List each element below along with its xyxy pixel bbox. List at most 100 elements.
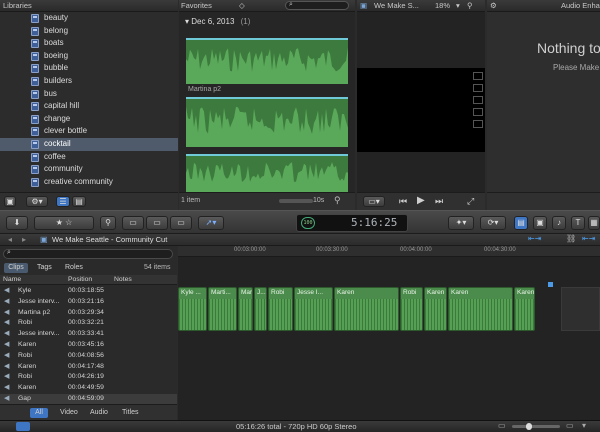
action-gear-icon[interactable]: ⚙▾ [26, 196, 48, 207]
tab-clips[interactable]: Clips [4, 263, 28, 273]
overwrite-clip-icon[interactable]: ▭ [170, 216, 192, 230]
inspector-toggle-icon[interactable]: ▤ [514, 216, 528, 230]
select-tool-icon[interactable]: ➚▾ [198, 216, 224, 230]
timeline-clip[interactable]: Robi [268, 287, 293, 331]
timeline-clip[interactable]: J... [254, 287, 267, 331]
playhead-marker[interactable] [548, 282, 553, 287]
filter-titles[interactable]: Titles [122, 408, 138, 418]
library-event-item[interactable]: boeing [0, 50, 178, 63]
library-event-item[interactable]: community [0, 163, 178, 176]
list-view-icon[interactable]: ☰ [56, 196, 70, 207]
timeline-clip[interactable]: Robi [400, 287, 423, 331]
generators-icon[interactable]: ▦ [588, 216, 600, 230]
event-icon [31, 26, 39, 36]
viewer-options-icon[interactable]: ⚲ [467, 1, 473, 10]
library-toggle-button[interactable]: ▣ [4, 196, 16, 207]
index-row[interactable]: ◀ Jesse interv... 00:03:21:16 [0, 297, 177, 308]
library-event-item[interactable]: coffee [0, 151, 178, 164]
viewer-zoom[interactable]: 18% [435, 1, 450, 10]
index-row[interactable]: ◀ Robi 00:03:32:21 [0, 318, 177, 329]
timeline-clip[interactable]: Karen [424, 287, 447, 331]
previous-frame-icon[interactable]: ⏮ [399, 196, 407, 207]
dashboard-timecode[interactable]: 100 5:16:25 [296, 214, 408, 232]
library-event-item[interactable]: builders [0, 75, 178, 88]
music-browser-icon[interactable]: ♪ [552, 216, 566, 230]
browser-settings-icon[interactable]: ⚲ [334, 195, 341, 206]
clip-duration-slider[interactable] [279, 199, 313, 203]
library-event-item[interactable]: bus [0, 88, 178, 101]
next-frame-icon[interactable]: ⏭ [435, 196, 443, 207]
photo-browser-icon[interactable]: ▣ [533, 216, 547, 230]
filter-video[interactable]: Video [60, 408, 78, 418]
library-event-item[interactable]: boats [0, 37, 178, 50]
timeline-clip[interactable]: Kyle ... [178, 287, 207, 331]
filter-all[interactable]: All [30, 408, 48, 418]
index-row[interactable]: ◀ Karen 00:04:49:59 [0, 383, 177, 394]
filter-audio[interactable]: Audio [90, 408, 108, 418]
timeline-clip[interactable]: Marti... [208, 287, 237, 331]
index-row[interactable]: ◀ Jesse interv... 00:03:33:41 [0, 329, 177, 340]
index-row[interactable]: ◀ Martina p2 00:03:29:34 [0, 308, 177, 319]
timeline-zoom-slider[interactable] [512, 423, 560, 430]
library-event-item[interactable]: belong [0, 25, 178, 38]
timeline-clip[interactable]: Karen [448, 287, 513, 331]
titles-browser-icon[interactable]: T [571, 216, 585, 230]
index-row[interactable]: ◀ Karen 00:04:17:48 [0, 362, 177, 373]
library-event-item[interactable]: clever bottle [0, 125, 178, 138]
index-row[interactable]: ◀ Robi 00:04:08:56 [0, 351, 177, 362]
disclosure-triangle-icon[interactable]: ▾ [185, 17, 189, 26]
retime-icon[interactable]: ⟳▾ [480, 216, 506, 230]
clip-thumbnail[interactable] [186, 154, 348, 192]
timeline-clip[interactable]: Karen [334, 287, 399, 331]
index-row[interactable]: ◀ Kyle 00:03:18:55 [0, 286, 177, 297]
clip-thumbnail[interactable] [186, 38, 348, 84]
forward-arrow-icon[interactable]: ▸ [22, 235, 26, 244]
connect-clip-icon[interactable]: ▭ [122, 216, 144, 230]
library-event-item[interactable]: cocktail [0, 137, 178, 151]
snapping-icon[interactable]: ⇤⇥ [582, 234, 595, 243]
browser-search-field[interactable]: ⌕ [285, 1, 349, 10]
timeline-clip[interactable]: Jesse I... [294, 287, 333, 331]
viewer-format-icon[interactable]: ▭▾ [363, 196, 385, 207]
library-event-item[interactable]: capital hill [0, 100, 178, 113]
timeline-ruler[interactable]: 00:03:00:00 00:03:30:00 00:04:00:00 00:0… [178, 246, 600, 257]
index-row[interactable]: ◀ Robi 00:04:26:19 [0, 372, 177, 383]
timeline-settings-icon[interactable]: ▾ [582, 421, 586, 430]
play-icon[interactable]: ▶ [417, 195, 425, 206]
enhancements-wand-icon[interactable]: ✦▾ [448, 216, 474, 230]
keyword-favorites-button[interactable]: ★ ☆ [34, 216, 94, 230]
timeline-clip[interactable]: Karen [514, 287, 535, 331]
clip-appearance-icon[interactable]: ▭ [566, 421, 574, 430]
history-left-icon[interactable]: ⇤⇥ [528, 234, 541, 243]
fullscreen-icon[interactable]: ⤢ [467, 196, 474, 207]
zoom-dropdown-icon[interactable]: ▾ [456, 1, 460, 10]
skimmer-icon[interactable]: ⛓ [566, 234, 576, 243]
search-icon[interactable]: ⚲ [100, 216, 116, 230]
library-event-item[interactable]: beauty [0, 12, 178, 25]
timeline-clip[interactable]: Marti... [238, 287, 253, 331]
column-position[interactable]: Position [68, 275, 92, 285]
insert-clip-icon[interactable]: ▭ [146, 216, 168, 230]
favorites-filter[interactable]: Favorites [181, 1, 212, 10]
zoom-out-icon[interactable]: ▭ [498, 421, 506, 430]
column-notes[interactable]: Notes [114, 275, 132, 285]
library-event-item[interactable]: bubble [0, 62, 178, 75]
filmstrip-view-icon[interactable]: ▤ [72, 196, 86, 207]
index-row[interactable]: ◀ Karen 00:03:45:16 [0, 340, 177, 351]
library-event-item[interactable]: change [0, 113, 178, 126]
tab-roles[interactable]: Roles [65, 263, 83, 273]
library-event-item[interactable]: creative community [0, 176, 178, 189]
clip-thumbnail[interactable] [186, 97, 348, 147]
import-button[interactable]: ⬇ [6, 216, 28, 230]
back-arrow-icon[interactable]: ◂ [8, 235, 12, 244]
filter-dropdown-icon[interactable]: ◇ [239, 1, 245, 10]
tab-tags[interactable]: Tags [37, 263, 52, 273]
column-name[interactable]: Name [3, 275, 21, 285]
zoom-slider-knob[interactable] [526, 423, 532, 430]
viewer-video-frame[interactable] [357, 68, 485, 152]
inspector-settings-icon[interactable]: ⚙ [490, 1, 497, 10]
date-group-heading[interactable]: ▾ Dec 6, 2013 (1) [185, 17, 250, 26]
gap-clip[interactable] [561, 287, 600, 331]
timeline-index-toggle-icon[interactable] [16, 422, 30, 431]
index-search-field[interactable]: ⌕ [3, 249, 173, 259]
